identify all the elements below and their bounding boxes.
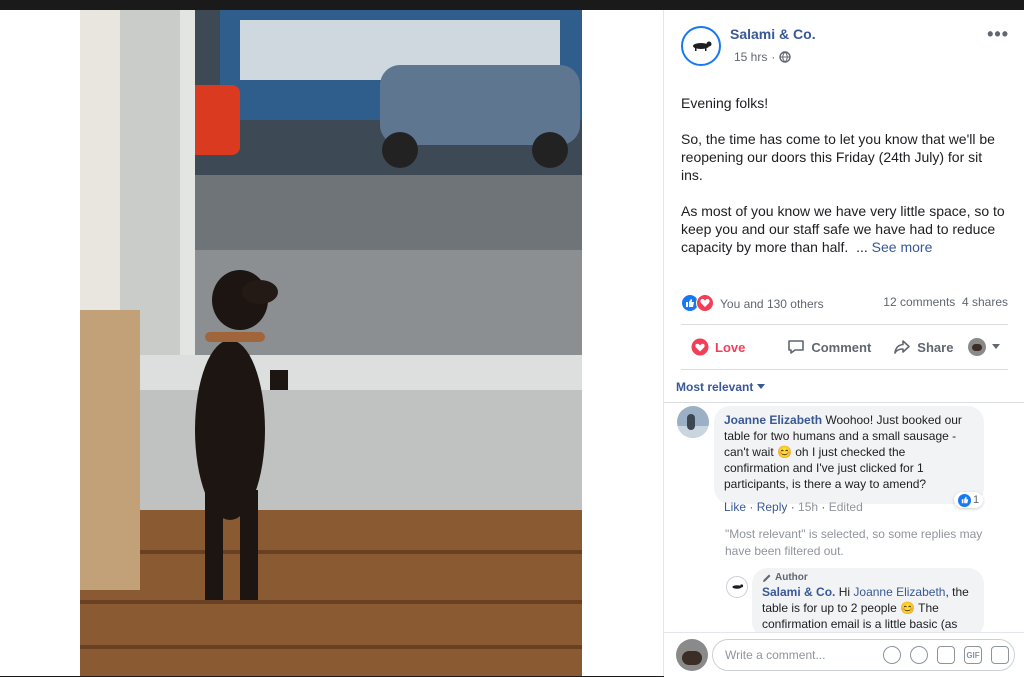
post-timestamp[interactable]: 15 hrs	[734, 50, 767, 64]
comment-sort-dropdown[interactable]: Most relevant	[676, 380, 766, 394]
filter-note: "Most relevant" is selected, so some rep…	[725, 527, 983, 558]
reply-mention-link[interactable]: Joanne Elizabeth	[853, 585, 945, 599]
like-reaction-icon	[958, 493, 971, 507]
post-paragraph-1: Evening folks!	[681, 95, 769, 111]
comment-button[interactable]: Comment	[787, 338, 871, 356]
caret-down-icon	[992, 344, 1000, 349]
comment-like-count: 1	[973, 494, 980, 506]
reaction-icons[interactable]	[681, 294, 714, 312]
comment-count-link[interactable]: 12 comments	[883, 295, 955, 309]
profile-avatar-small	[968, 338, 986, 356]
section-divider	[664, 402, 1024, 403]
user-avatar[interactable]	[676, 639, 708, 671]
comment-author-link[interactable]: Joanne Elizabeth	[724, 413, 822, 427]
post-meta: 15 hrs ·	[734, 50, 792, 64]
post-text: Evening folks! So, the time has come to …	[681, 94, 1006, 274]
emoji-icon[interactable]	[910, 646, 928, 664]
dachshund-logo-icon	[732, 584, 744, 589]
post-stats: 12 comments 4 shares	[883, 295, 1008, 309]
share-count-link[interactable]: 4 shares	[962, 295, 1008, 309]
commenter-avatar[interactable]	[677, 406, 709, 438]
post-paragraph-2: So, the time has come to let you know th…	[681, 131, 995, 183]
comment-edited-label[interactable]: Edited	[829, 500, 863, 514]
page-name-link[interactable]: Salami & Co.	[730, 26, 816, 42]
heart-icon	[691, 338, 709, 356]
comment-reaction-badge[interactable]: 1	[954, 492, 984, 508]
comment-bubble: Joanne Elizabeth Woohoo! Just booked our…	[714, 406, 984, 504]
comment-icon	[788, 340, 805, 354]
camera-icon[interactable]	[937, 646, 955, 664]
reaction-count[interactable]: You and 130 others	[720, 297, 824, 311]
reply-bubble: Author Salami & Co. Hi Joanne Elizabeth,…	[752, 568, 984, 638]
dog-at-window-image	[80, 10, 582, 676]
ellipsis: ...	[856, 239, 868, 255]
post-paragraph-3: As most of you know we have very little …	[681, 202, 1006, 256]
post-as-selector[interactable]	[968, 338, 1000, 356]
post-side-panel: Salami & Co. 15 hrs · ••• Evening folks!…	[663, 10, 1024, 677]
author-badge-label: Author	[775, 572, 808, 583]
sticker-icon[interactable]	[991, 646, 1009, 664]
avatar-sticker-icon[interactable]	[883, 646, 901, 664]
reply-author-link[interactable]: Salami & Co.	[762, 585, 835, 599]
share-label: Share	[917, 339, 954, 355]
page-avatar[interactable]	[681, 26, 721, 66]
comment-composer: Write a comment... GIF	[664, 632, 1024, 677]
dachshund-logo-icon	[693, 41, 712, 51]
post-actions: Love Comment Share	[681, 324, 1008, 370]
share-button[interactable]: Share	[893, 338, 953, 356]
reply-text-prefix: Hi	[838, 585, 851, 599]
comment-label: Comment	[811, 339, 872, 355]
pencil-icon	[763, 574, 771, 582]
caret-down-icon	[757, 384, 766, 389]
comment-time[interactable]: 15h	[798, 500, 818, 514]
post-paragraph-3-text: As most of you know we have very little …	[681, 203, 1005, 255]
comment-like-link[interactable]: Like	[724, 500, 746, 514]
love-label: Love	[715, 339, 746, 355]
meta-separator: ·	[771, 50, 776, 64]
composer-tools: GIF	[883, 639, 1015, 664]
reply-avatar[interactable]	[726, 576, 748, 598]
globe-icon[interactable]	[779, 51, 792, 63]
see-more-link[interactable]: See more	[872, 239, 933, 255]
gif-icon[interactable]: GIF	[964, 646, 982, 664]
comment-sort-label: Most relevant	[676, 380, 754, 394]
love-reaction-icon	[696, 294, 714, 312]
more-options-button[interactable]: •••	[987, 24, 1009, 45]
reactions-bar: You and 130 others 12 comments 4 shares	[681, 294, 1008, 314]
share-icon	[894, 340, 911, 354]
post-photo[interactable]	[80, 10, 582, 676]
love-button[interactable]: Love	[691, 338, 745, 356]
comment-reply-link[interactable]: Reply	[757, 500, 788, 514]
author-badge: Author	[762, 572, 974, 584]
comment-actions: Like · Reply · 15h · Edited	[724, 500, 863, 514]
post-header: Salami & Co. 15 hrs · •••	[681, 24, 1009, 68]
